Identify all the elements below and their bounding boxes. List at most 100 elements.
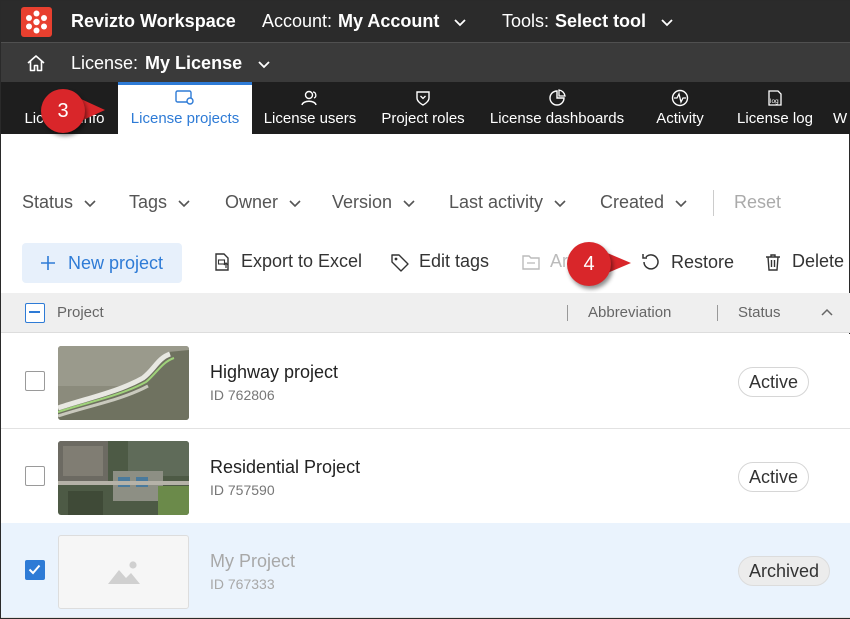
filter-status[interactable]: Status <box>22 192 97 213</box>
pie-chart-icon <box>549 89 566 106</box>
status-badge: Active <box>738 367 810 397</box>
archive-icon <box>522 254 540 270</box>
top-bar: Revizto Workspace Account: My Account To… <box>1 1 850 42</box>
tab-label: Project roles <box>381 110 465 127</box>
column-divider <box>567 305 568 321</box>
filter-version[interactable]: Version <box>332 192 416 213</box>
tab-license-projects[interactable]: License projects <box>118 82 252 134</box>
project-thumbnail <box>58 441 189 515</box>
reset-filters-button[interactable]: Reset <box>734 192 781 213</box>
row-checkbox[interactable] <box>25 560 45 580</box>
new-project-button[interactable]: New project <box>22 243 182 283</box>
license-selector[interactable]: License: My License <box>71 53 271 74</box>
callout-step-3: 3 <box>41 89 85 133</box>
tab-more[interactable]: W <box>833 82 850 134</box>
tools-value: Select tool <box>555 11 647 31</box>
tools-menu[interactable]: Tools: Select tool <box>502 11 674 32</box>
tab-project-roles[interactable]: Project roles <box>373 82 473 134</box>
tools-label: Tools: <box>502 11 550 31</box>
license-tabs: License info License projects License us… <box>1 82 850 134</box>
tab-license-log[interactable]: log License log <box>731 82 819 134</box>
table-header: Project Abbreviation Status <box>1 293 850 333</box>
svg-text:log: log <box>770 98 779 105</box>
license-value: My License <box>145 53 243 73</box>
edit-tags-label: Edit tags <box>419 251 490 271</box>
account-label: Account: <box>262 11 333 31</box>
project-id: ID 767333 <box>210 576 275 592</box>
project-id: ID 762806 <box>210 387 275 403</box>
image-placeholder-icon <box>107 561 140 584</box>
chevron-down-icon <box>454 18 467 26</box>
tab-label: License projects <box>130 110 240 127</box>
restore-icon <box>642 254 659 270</box>
filter-label: Created <box>600 192 665 212</box>
tab-label: License dashboards <box>489 110 625 127</box>
tab-label: W <box>833 110 848 127</box>
tab-license-users[interactable]: License users <box>256 82 364 134</box>
project-thumbnail <box>58 346 189 420</box>
chevron-down-icon <box>675 199 687 207</box>
delete-button[interactable]: Delete <box>763 251 844 272</box>
export-excel-icon <box>215 252 229 271</box>
filter-created[interactable]: Created <box>600 192 688 213</box>
column-abbreviation[interactable]: Abbreviation <box>588 304 671 321</box>
edit-tags-button[interactable]: Edit tags <box>390 251 489 272</box>
tab-activity[interactable]: Activity <box>646 82 714 134</box>
chevron-down-icon <box>661 18 673 26</box>
filter-bar: Status Tags Owner Version Last activity … <box>1 186 850 220</box>
project-name[interactable]: Highway project <box>210 362 338 383</box>
filter-label: Owner <box>225 192 279 212</box>
chevron-down-icon <box>84 199 96 207</box>
filter-owner[interactable]: Owner <box>225 192 302 213</box>
filter-tags[interactable]: Tags <box>129 192 191 213</box>
filter-label: Tags <box>129 192 168 212</box>
users-icon <box>301 90 317 106</box>
row-checkbox[interactable] <box>25 466 45 486</box>
delete-label: Delete <box>792 251 845 271</box>
chevron-down-icon <box>258 60 270 68</box>
tab-label: Activity <box>656 110 704 127</box>
archive-label: Ar <box>550 251 568 271</box>
project-thumbnail-placeholder <box>58 535 189 609</box>
projects-gear-icon <box>175 90 194 105</box>
filter-divider <box>713 190 714 216</box>
select-all-checkbox[interactable] <box>25 303 45 323</box>
column-project[interactable]: Project <box>57 304 104 321</box>
account-menu[interactable]: Account: My Account <box>262 11 467 32</box>
project-name[interactable]: Residential Project <box>210 457 360 478</box>
filter-label: Version <box>332 192 393 212</box>
table-row[interactable]: Residential Project ID 757590 Active <box>1 429 850 524</box>
filter-last-activity[interactable]: Last activity <box>449 192 567 213</box>
app-title: Revizto Workspace <box>71 11 236 31</box>
table-row[interactable]: My Project ID 767333 Archived <box>1 523 850 618</box>
log-icon: log <box>768 90 782 106</box>
archive-button[interactable]: Ar <box>521 251 568 272</box>
filter-label: Status <box>22 192 74 212</box>
sort-up-icon[interactable] <box>820 306 834 320</box>
plus-icon <box>41 256 55 270</box>
chevron-down-icon <box>178 199 190 207</box>
license-bar: License: My License <box>1 42 850 82</box>
column-status[interactable]: Status <box>738 304 781 321</box>
tab-license-dashboards[interactable]: License dashboards <box>483 82 631 134</box>
project-id: ID 757590 <box>210 482 275 498</box>
status-badge: Active <box>738 462 810 492</box>
tab-label: License log <box>737 110 813 127</box>
revizto-logo-icon[interactable] <box>21 7 52 37</box>
home-icon[interactable] <box>26 54 46 72</box>
callout-step-4: 4 <box>567 242 611 286</box>
row-checkbox[interactable] <box>25 371 45 391</box>
project-name[interactable]: My Project <box>210 551 295 572</box>
account-value: My Account <box>338 11 440 31</box>
export-to-excel-button[interactable]: Export to Excel <box>212 251 362 272</box>
chevron-down-icon <box>289 199 301 207</box>
chevron-down-icon <box>403 199 415 207</box>
restore-label: Restore <box>671 251 735 272</box>
tab-label: License users <box>263 110 357 127</box>
tag-icon <box>391 253 409 272</box>
restore-button[interactable]: Restore <box>640 251 734 273</box>
action-bar: New project Export to Excel Edit tags Ar… <box>1 241 850 285</box>
column-divider <box>717 305 718 321</box>
activity-icon <box>671 89 689 107</box>
table-row[interactable]: Highway project ID 762806 Active <box>1 334 850 429</box>
